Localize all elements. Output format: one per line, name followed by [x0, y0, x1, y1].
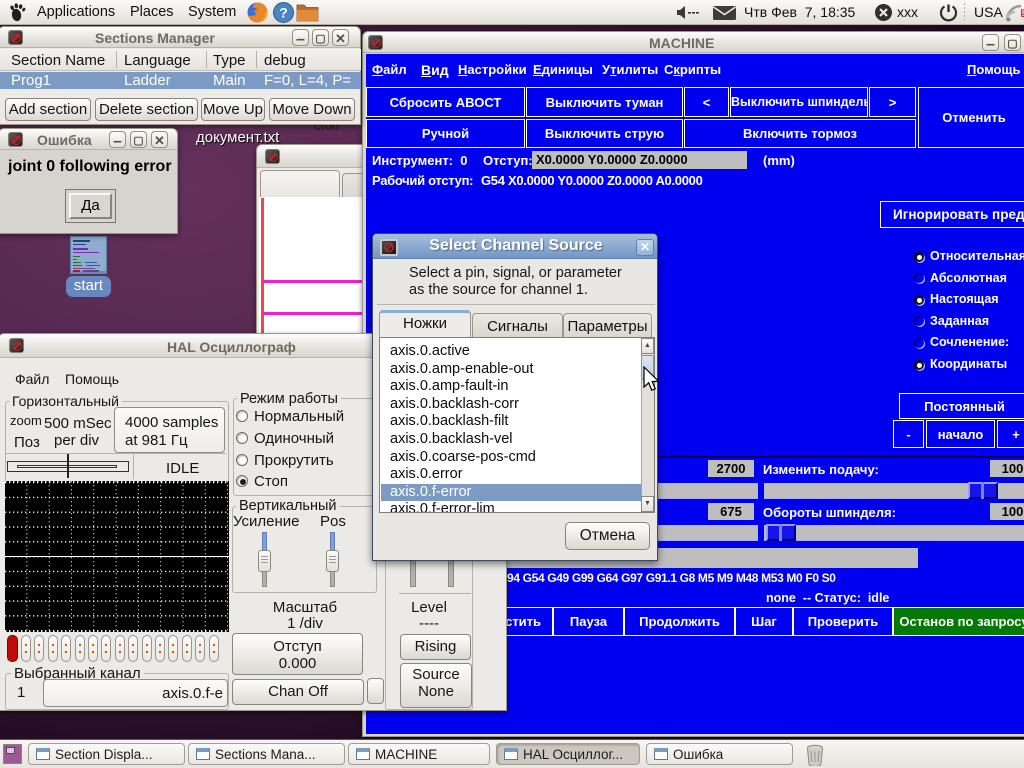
svg-text:?: ?: [279, 5, 288, 21]
